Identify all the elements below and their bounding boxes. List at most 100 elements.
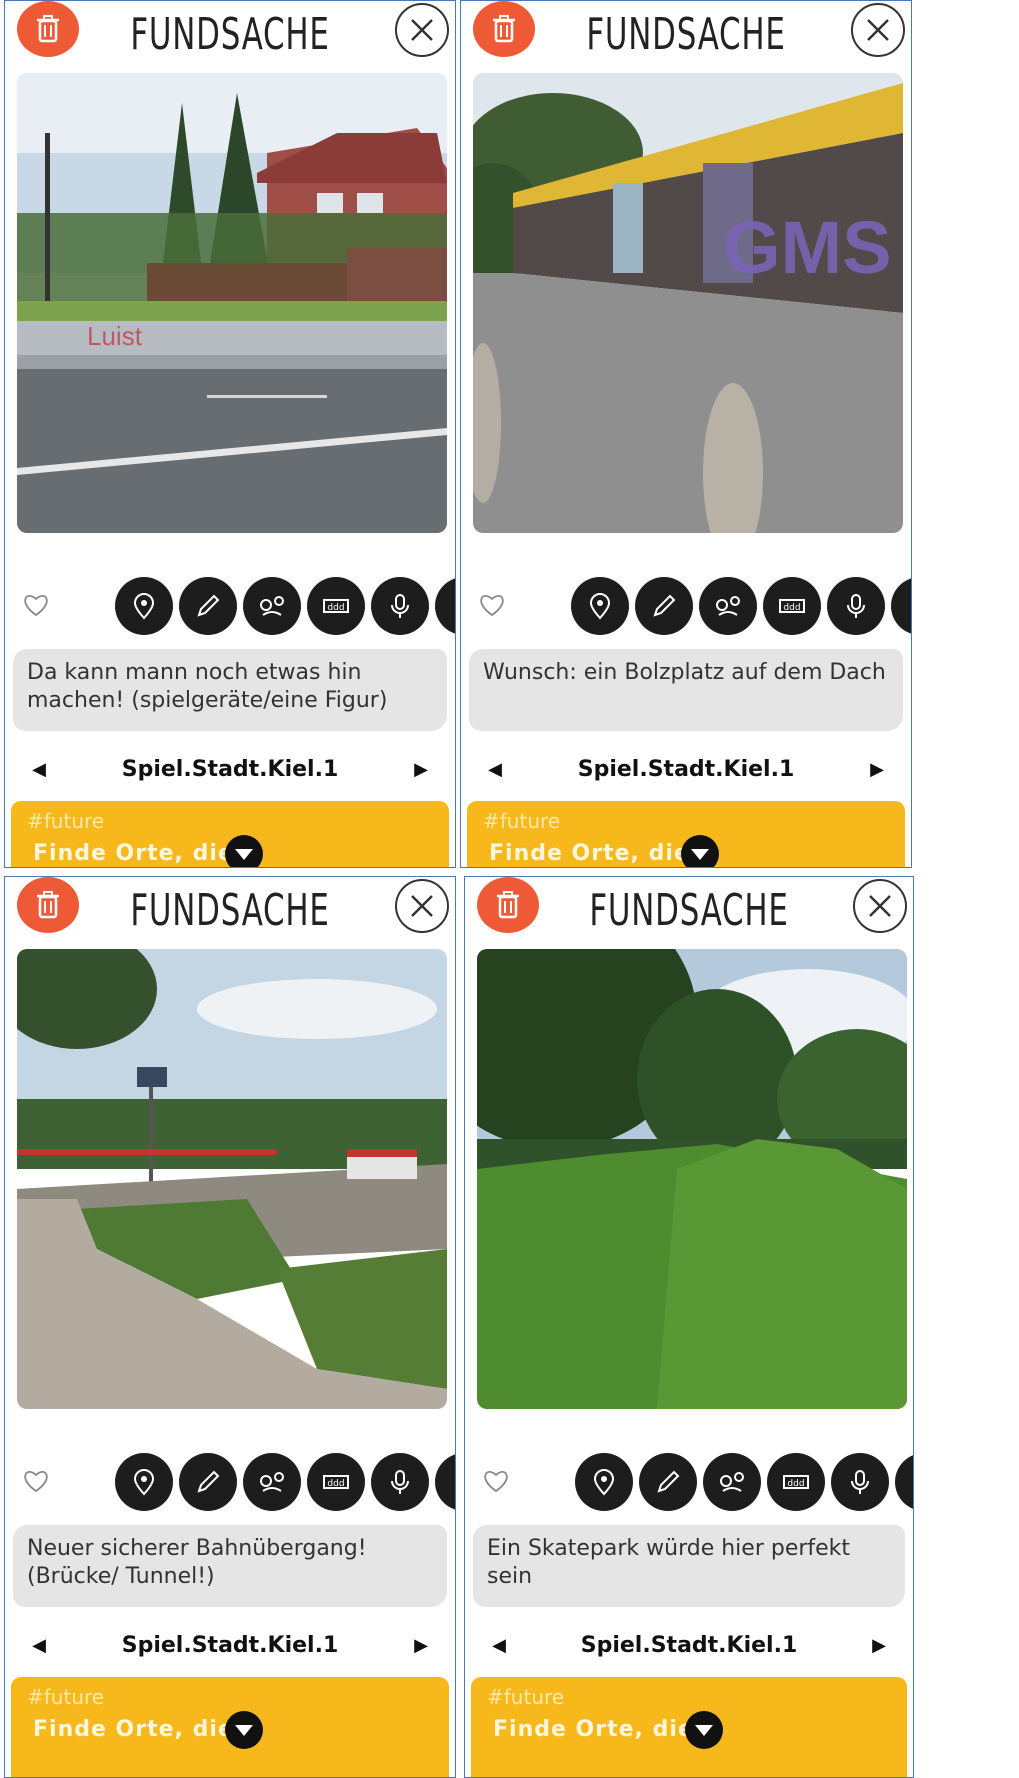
pencil-icon [197, 1470, 220, 1493]
hashtag-label: #future [483, 809, 561, 833]
route-icon [260, 596, 284, 616]
location-button[interactable] [571, 577, 629, 635]
comment-text[interactable]: Ein Skatepark würde hier perfekt sein [473, 1525, 905, 1607]
location-pin-icon [133, 593, 155, 620]
finde-label: Finde Orte, die [33, 841, 234, 866]
tool-bar: ddd [571, 577, 912, 635]
fundsache-card-4: FUNDSACHE ddd Ein Skatepark würde hier p… [464, 876, 914, 1778]
project-nav: ◀ Spiel.Stadt.Kiel.1 ▶ [461, 749, 911, 789]
page-title: FUNDSACHE [130, 885, 330, 936]
fundsache-card-3: FUNDSACHE ddd Neuer sicherer Bahnübergan… [4, 876, 456, 1778]
play-icon [449, 1467, 456, 1497]
photo-railway-crossing [17, 949, 447, 1409]
route-button[interactable] [243, 1453, 301, 1511]
comment-text[interactable]: Da kann mann noch etwas hin machen! (spi… [13, 649, 447, 731]
play-button[interactable] [891, 577, 912, 635]
play-button[interactable] [895, 1453, 914, 1511]
like-heart-icon[interactable] [479, 593, 505, 617]
next-project-icon[interactable]: ▶ [409, 759, 433, 780]
project-nav: ◀ Spiel.Stadt.Kiel.1 ▶ [5, 749, 455, 789]
route-button[interactable] [243, 577, 301, 635]
hashtag-label: #future [27, 809, 105, 833]
close-button[interactable] [851, 3, 905, 57]
next-project-icon[interactable]: ▶ [865, 759, 889, 780]
close-button[interactable] [395, 3, 449, 57]
dropdown-button[interactable] [225, 835, 263, 867]
ticket-icon: ddd [323, 1475, 349, 1489]
svg-text:Luist: Luist [87, 321, 143, 351]
page-title: FUNDSACHE [130, 9, 330, 60]
finde-label: Finde Orte, die [489, 841, 690, 866]
ticket-icon: ddd [779, 599, 805, 613]
comment-text[interactable]: Wunsch: ein Bolzplatz auf dem Dach [469, 649, 903, 731]
future-banner[interactable]: #future Finde Orte, die [11, 1677, 449, 1777]
close-icon [411, 19, 433, 41]
microphone-icon [391, 1470, 409, 1494]
record-button[interactable] [827, 577, 885, 635]
like-heart-icon[interactable] [23, 593, 49, 617]
route-icon [716, 596, 740, 616]
comment-text[interactable]: Neuer sicherer Bahnübergang! (Brücke/ Tu… [13, 1525, 447, 1607]
finde-label: Finde Orte, die [33, 1717, 234, 1742]
location-button[interactable] [115, 577, 173, 635]
future-banner[interactable]: #future Finde Orte, die [471, 1677, 907, 1777]
photo-green-field [477, 949, 907, 1409]
location-pin-icon [589, 593, 611, 620]
microphone-icon [391, 594, 409, 618]
future-banner[interactable]: #future Finde Orte, die [467, 801, 905, 867]
dropdown-button[interactable] [685, 1711, 723, 1749]
route-button[interactable] [703, 1453, 761, 1511]
next-project-icon[interactable]: ▶ [409, 1635, 433, 1656]
edit-button[interactable] [179, 577, 237, 635]
close-button[interactable] [395, 879, 449, 933]
hashtag-label: #future [27, 1685, 105, 1709]
fundsache-card-2: FUNDSACHE GMS ddd Wunsch: ein Bolzplatz … [460, 0, 912, 868]
ticket-button[interactable]: ddd [307, 577, 365, 635]
play-icon [449, 591, 456, 621]
route-button[interactable] [699, 577, 757, 635]
location-button[interactable] [115, 1453, 173, 1511]
svg-text:ddd: ddd [327, 603, 344, 613]
edit-button[interactable] [635, 577, 693, 635]
page-title: FUNDSACHE [586, 9, 786, 60]
like-heart-icon[interactable] [23, 1469, 49, 1493]
page-title: FUNDSACHE [589, 885, 789, 936]
ticket-button[interactable]: ddd [767, 1453, 825, 1511]
future-banner[interactable]: #future Finde Orte, die [11, 801, 449, 867]
close-icon [411, 895, 433, 917]
prev-project-icon[interactable]: ◀ [27, 759, 51, 780]
photo-street-house: Luist [17, 73, 447, 533]
edit-button[interactable] [639, 1453, 697, 1511]
play-icon [905, 591, 912, 621]
edit-button[interactable] [179, 1453, 237, 1511]
record-button[interactable] [371, 577, 429, 635]
play-icon [909, 1467, 914, 1497]
dropdown-button[interactable] [225, 1711, 263, 1749]
dropdown-button[interactable] [681, 835, 719, 867]
close-icon [867, 19, 889, 41]
project-title: Spiel.Stadt.Kiel.1 [121, 1632, 339, 1658]
svg-text:GMS: GMS [723, 206, 892, 289]
prev-project-icon[interactable]: ◀ [487, 1635, 511, 1656]
finde-label: Finde Orte, die [493, 1717, 694, 1742]
ticket-button[interactable]: ddd [763, 577, 821, 635]
chevron-down-icon [695, 1725, 713, 1736]
prev-project-icon[interactable]: ◀ [483, 759, 507, 780]
record-button[interactable] [831, 1453, 889, 1511]
record-button[interactable] [371, 1453, 429, 1511]
close-icon [869, 895, 891, 917]
next-project-icon[interactable]: ▶ [867, 1635, 891, 1656]
play-button[interactable] [435, 577, 456, 635]
hashtag-label: #future [487, 1685, 565, 1709]
ticket-button[interactable]: ddd [307, 1453, 365, 1511]
prev-project-icon[interactable]: ◀ [27, 1635, 51, 1656]
location-button[interactable] [575, 1453, 633, 1511]
play-button[interactable] [435, 1453, 456, 1511]
project-title: Spiel.Stadt.Kiel.1 [577, 756, 795, 782]
close-button[interactable] [853, 879, 907, 933]
route-icon [260, 1472, 284, 1492]
chevron-down-icon [235, 849, 253, 860]
fundsache-card-1: FUNDSACHE Luist ddd Da kann mann noch et… [4, 0, 456, 868]
location-pin-icon [593, 1469, 615, 1496]
like-heart-icon[interactable] [483, 1469, 509, 1493]
